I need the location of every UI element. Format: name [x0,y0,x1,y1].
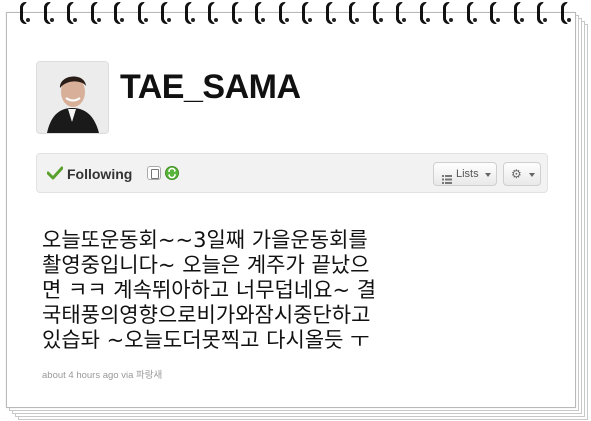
device-notification-icon[interactable] [147,166,161,180]
spiral-ring [278,2,289,24]
spiral-ring [67,2,77,24]
spiral-ring [255,2,265,24]
spiral-ring [537,2,547,24]
spiral-ring [372,2,383,24]
spiral-ring [20,2,30,24]
profile-username: TAE_SAMA [120,68,301,106]
spiral-ring [114,2,124,24]
spiral-ring [466,2,477,24]
chevron-down-icon [529,173,535,177]
spiral-ring [161,2,171,24]
spiral-ring [43,2,54,24]
spiral-ring [208,2,218,24]
check-icon [46,165,64,184]
retweet-toggle-icon[interactable] [165,166,179,180]
spiral-ring [325,2,336,24]
avatar-photo [37,62,108,133]
spiral-ring [137,2,148,24]
spiral-ring [90,2,101,24]
spiral-ring [513,2,524,24]
settings-button[interactable]: ⚙ [503,162,541,186]
spiral-ring [231,2,242,24]
spiral-ring [184,2,195,24]
chevron-down-icon [485,173,491,177]
spiral-ring [349,2,359,24]
tweet-meta[interactable]: about 4 hours ago via 파랑새 [42,367,162,381]
spiral-ring [490,2,500,24]
tweet-text: 오늘또운동회~~3일째 가을운동회를 촬영중입니다~ 오늘은 계주가 끝났으 면… [42,228,377,352]
spiral-ring [302,2,312,24]
lists-button[interactable]: Lists [433,162,497,186]
spiral-binding [20,0,580,30]
spiral-ring [443,2,453,24]
following-button[interactable]: Following [67,166,132,182]
avatar[interactable] [36,61,109,134]
spiral-ring [419,2,430,24]
profile-action-bar: Following Lists ⚙ [36,153,548,193]
list-icon [442,170,452,192]
spiral-ring [560,2,571,24]
spiral-ring [396,2,406,24]
lists-label: Lists [456,168,479,180]
gear-icon: ⚙ [511,167,522,181]
